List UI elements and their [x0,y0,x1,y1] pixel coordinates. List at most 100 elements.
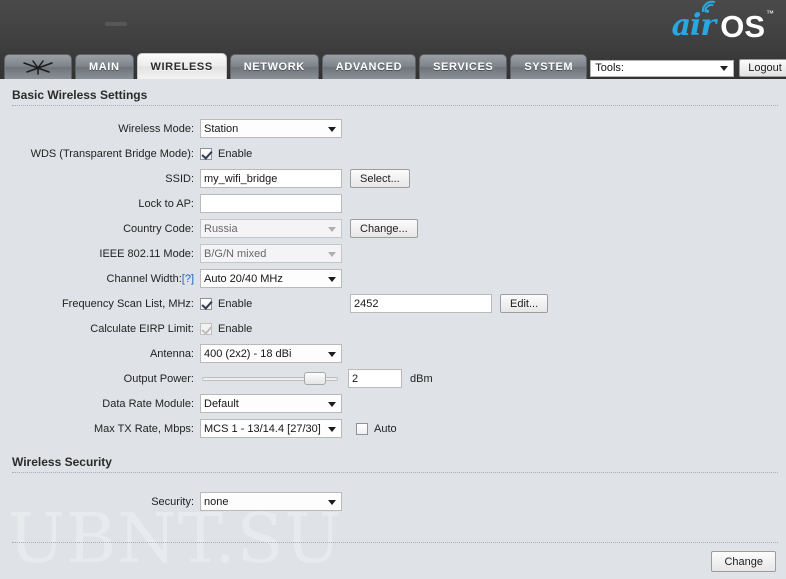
wds-enable-checkbox[interactable] [200,147,212,160]
ieee-mode-select-wrap: B/G/N mixed [200,244,342,263]
label-lock-to-ap: Lock to AP: [138,197,194,210]
output-power-slider[interactable] [200,369,340,388]
airos-logo: air OS ™ [671,0,774,48]
row-ssid: SSID: Select... [0,168,786,189]
tab-network[interactable]: NETWORK [229,54,319,79]
row-security: Security: none [0,491,786,512]
page-content: Basic Wireless Settings Wireless Mode: S… [0,88,786,512]
wireless-mode-select-wrap: Station [200,119,342,138]
label-wds: WDS (Transparent Bridge Mode): [30,147,194,160]
section-title-basic: Basic Wireless Settings [12,88,148,102]
tab-home[interactable] [4,54,72,79]
tab-wireless[interactable]: WIRELESS [136,53,227,79]
main-navigation-tabs: MAIN WIRELESS NETWORK ADVANCED SERVICES … [0,52,786,79]
header-artifact [105,22,127,26]
section-title-security: Wireless Security [12,455,112,469]
logout-button[interactable]: Logout [739,59,786,77]
output-power-slider-knob[interactable] [304,372,326,385]
lock-to-ap-input[interactable] [200,194,342,213]
frequency-scan-list-input[interactable] [350,294,492,313]
tab-advanced[interactable]: ADVANCED [321,54,417,79]
label-channel-width-text: Channel Width: [106,272,182,285]
change-button-label: Change [724,555,763,568]
row-lock-to-ap: Lock to AP: [0,193,786,214]
max-tx-rate-auto-label: Auto [374,422,397,435]
section-header-wireless-security: Wireless Security [12,455,778,473]
label-ieee-mode: IEEE 802.11 Mode: [99,247,194,260]
tools-dropdown[interactable]: Tools: [590,59,735,77]
logout-button-label: Logout [748,62,782,74]
output-power-unit: dBm [410,372,433,385]
max-tx-rate-select-wrap: MCS 1 - 13/14.4 [27/30] [200,419,342,438]
logo-air-text: air [671,0,717,43]
output-power-input[interactable] [348,369,402,388]
logo-trademark: ™ [766,9,774,18]
data-rate-module-select[interactable]: Default [200,394,342,413]
wifi-signal-icon [702,0,716,13]
country-code-change-button[interactable]: Change... [350,219,418,238]
row-channel-width: Channel Width:[?] Auto 20/40 MHz [0,268,786,289]
section-header-basic-wireless: Basic Wireless Settings [12,88,778,106]
label-country-code: Country Code: [123,222,194,235]
data-rate-module-select-wrap: Default [200,394,342,413]
channel-width-help-link[interactable]: [?] [182,273,194,285]
tools-dropdown-label: Tools: [595,62,624,74]
section-divider [12,472,778,473]
frequency-scan-edit-button[interactable]: Edit... [500,294,549,313]
tab-services-label: SERVICES [433,61,494,73]
country-code-change-button-label: Change... [360,222,408,235]
logo-air-label: air [671,8,717,43]
logo-os-label: OS [720,8,765,44]
calculate-eirp-label: Enable [218,322,253,335]
tab-advanced-label: ADVANCED [335,61,403,73]
row-frequency-scan-list: Frequency Scan List, MHz: Enable Edit... [0,293,786,314]
channel-width-select[interactable]: Auto 20/40 MHz [200,269,342,288]
label-frequency-scan-list: Frequency Scan List, MHz: [61,297,194,310]
channel-width-select-wrap: Auto 20/40 MHz [200,269,342,288]
tab-main[interactable]: MAIN [75,54,134,79]
row-max-tx-rate: Max TX Rate, Mbps: MCS 1 - 13/14.4 [27/3… [0,418,786,439]
row-output-power: Output Power: dBm [0,368,786,389]
max-tx-rate-select[interactable]: MCS 1 - 13/14.4 [27/30] [200,419,342,438]
section-divider [12,105,778,106]
frequency-scan-enable-checkbox[interactable] [200,297,212,310]
row-data-rate-module: Data Rate Module: Default [0,393,786,414]
security-select-wrap: none [200,492,342,511]
row-country-code: Country Code: Russia Change... [0,218,786,239]
tab-main-label: MAIN [89,61,120,73]
ssid-select-button-label: Select... [360,172,400,185]
label-data-rate-module: Data Rate Module: [102,397,194,410]
calculate-eirp-checkbox[interactable] [200,322,212,335]
page-footer: Change [0,542,786,578]
row-ieee-mode: IEEE 802.11 Mode: B/G/N mixed [0,243,786,264]
change-button[interactable]: Change [711,551,776,572]
footer-divider [12,542,778,543]
tab-wireless-label: WIRELESS [150,60,213,73]
row-wireless-mode: Wireless Mode: Station [0,118,786,139]
tab-services[interactable]: SERVICES [419,54,508,79]
security-select[interactable]: none [200,492,342,511]
tab-network-label: NETWORK [243,61,305,73]
wds-enable-label: Enable [218,147,253,160]
app-header: air OS ™ [0,0,786,52]
frequency-scan-edit-button-label: Edit... [510,297,539,310]
max-tx-rate-auto-checkbox[interactable] [356,422,368,435]
frequency-scan-enable-label: Enable [218,297,253,310]
ssid-input[interactable] [200,169,342,188]
country-code-select-wrap: Russia [200,219,342,238]
tab-system-label: SYSTEM [524,61,574,73]
country-code-select[interactable]: Russia [200,219,342,238]
tab-system[interactable]: SYSTEM [510,54,588,79]
ieee-mode-select[interactable]: B/G/N mixed [200,244,342,263]
antenna-select[interactable]: 400 (2x2) - 18 dBi [200,344,342,363]
row-calculate-eirp-limit: Calculate EIRP Limit: Enable [0,318,786,339]
label-ssid: SSID: [165,172,194,185]
tools-area: Tools: Logout [590,59,786,77]
label-output-power: Output Power: [123,372,194,385]
ssid-select-button[interactable]: Select... [350,169,410,188]
label-security: Security: [151,495,194,508]
antenna-select-wrap: 400 (2x2) - 18 dBi [200,344,342,363]
label-antenna: Antenna: [149,347,194,360]
wireless-mode-select[interactable]: Station [200,119,342,138]
label-channel-width: Channel Width:[?] [0,273,200,285]
